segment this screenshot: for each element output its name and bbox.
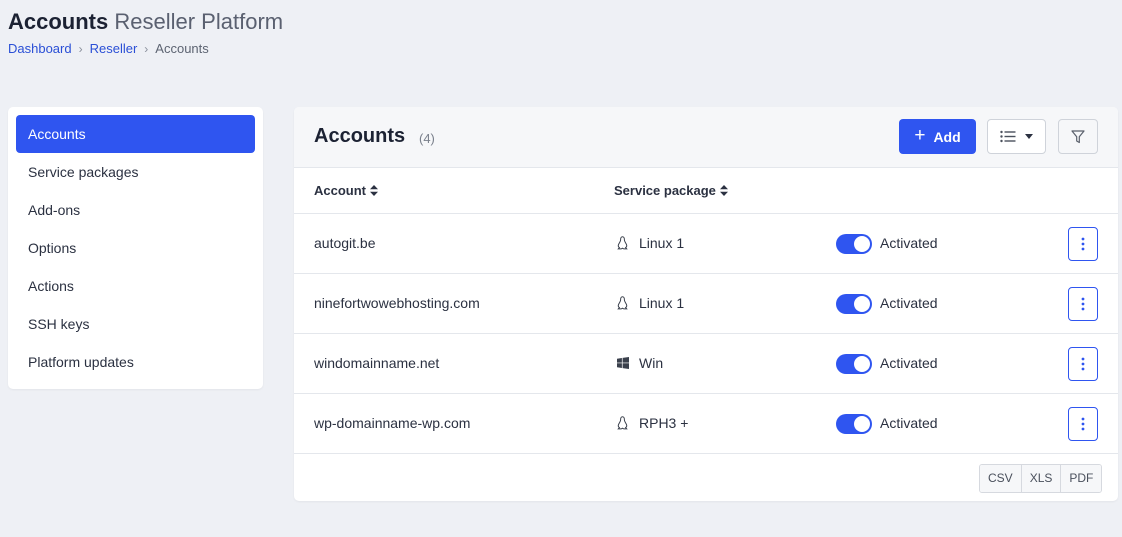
- page-title-primary: Accounts: [8, 9, 109, 34]
- status-toggle[interactable]: [836, 294, 872, 314]
- account-name: ninefortwowebhosting.com: [314, 295, 480, 311]
- table-row: wp-domainname-wp.com RPH3 + Activated: [294, 394, 1118, 454]
- service-package-cell: RPH3 +: [616, 415, 688, 431]
- sidebar-nav: Accounts Service packages Add-ons Option…: [8, 107, 263, 389]
- row-actions-button[interactable]: [1068, 407, 1098, 441]
- row-actions-button[interactable]: [1068, 347, 1098, 381]
- service-package-name: Linux 1: [639, 235, 685, 251]
- breadcrumb-dashboard-link[interactable]: Dashboard: [8, 41, 72, 56]
- filter-icon: [1071, 129, 1085, 143]
- breadcrumb: Dashboard › Reseller › Accounts: [8, 41, 283, 56]
- linux-icon: [616, 236, 629, 251]
- status-toggle[interactable]: [836, 414, 872, 434]
- sidebar-item-platform-updates[interactable]: Platform updates: [16, 343, 255, 381]
- toggle-knob: [854, 416, 870, 432]
- status-toggle[interactable]: [836, 234, 872, 254]
- plus-icon: +: [914, 125, 926, 146]
- list-icon: [1000, 130, 1016, 143]
- kebab-icon: [1081, 357, 1085, 371]
- panel-title: Accounts: [314, 125, 406, 147]
- sidebar-item-options[interactable]: Options: [16, 229, 255, 267]
- row-actions-button[interactable]: [1068, 227, 1098, 261]
- breadcrumb-separator: ›: [144, 41, 149, 56]
- toggle-knob: [854, 296, 870, 312]
- kebab-icon: [1081, 297, 1085, 311]
- export-button-group: CSV XLS PDF: [979, 464, 1103, 493]
- caret-down-icon: [1025, 134, 1033, 139]
- breadcrumb-reseller-link[interactable]: Reseller: [90, 41, 138, 56]
- account-name: wp-domainname-wp.com: [314, 415, 471, 431]
- account-count: (4): [419, 131, 435, 146]
- status-label: Activated: [880, 415, 938, 431]
- sidebar-item-accounts[interactable]: Accounts: [16, 115, 255, 153]
- windows-icon: [616, 356, 629, 371]
- table-row: autogit.be Linux 1 Activated: [294, 214, 1118, 274]
- sort-icon: [719, 185, 728, 196]
- status-label: Activated: [880, 235, 938, 251]
- column-header-account-label: Account: [314, 183, 366, 198]
- account-name: windomainname.net: [314, 355, 440, 371]
- kebab-icon: [1081, 417, 1085, 431]
- kebab-icon: [1081, 237, 1085, 251]
- service-package-name: Win: [639, 355, 664, 371]
- status-label: Activated: [880, 295, 938, 311]
- export-csv-button[interactable]: CSV: [980, 465, 1021, 492]
- sidebar-item-actions[interactable]: Actions: [16, 267, 255, 305]
- toggle-knob: [854, 356, 870, 372]
- breadcrumb-separator: ›: [78, 41, 83, 56]
- service-package-cell: Linux 1: [616, 295, 684, 311]
- linux-icon: [616, 296, 629, 311]
- export-xls-button[interactable]: XLS: [1020, 465, 1061, 492]
- page-title-secondary: Reseller Platform: [114, 9, 284, 34]
- column-header-package-label: Service package: [614, 183, 716, 198]
- page-title: Accounts Reseller Platform: [8, 8, 283, 36]
- service-package-cell: Linux 1: [616, 235, 684, 251]
- column-header-account[interactable]: Account: [314, 183, 378, 198]
- toggle-knob: [854, 236, 870, 252]
- filter-button[interactable]: [1058, 119, 1098, 154]
- table-header: Account Service package: [294, 168, 1118, 214]
- service-package-name: Linux 1: [639, 295, 685, 311]
- view-options-button[interactable]: [987, 119, 1046, 154]
- export-pdf-button[interactable]: PDF: [1060, 465, 1102, 492]
- table-row: windomainname.net Win Activated: [294, 334, 1118, 394]
- linux-icon: [616, 416, 629, 431]
- service-package-name: RPH3 +: [639, 415, 689, 431]
- accounts-panel: Accounts (4) + Add Account Service packa…: [294, 107, 1118, 501]
- status-toggle[interactable]: [836, 354, 872, 374]
- column-header-service-package[interactable]: Service package: [614, 183, 728, 198]
- row-actions-button[interactable]: [1068, 287, 1098, 321]
- panel-header: Accounts (4) + Add: [294, 107, 1118, 168]
- account-name: autogit.be: [314, 235, 376, 251]
- add-button-label: Add: [933, 128, 961, 145]
- sort-icon: [370, 185, 378, 196]
- sidebar-item-ssh-keys[interactable]: SSH keys: [16, 305, 255, 343]
- table-row: ninefortwowebhosting.com Linux 1 Activat…: [294, 274, 1118, 334]
- service-package-cell: Win: [616, 355, 663, 371]
- breadcrumb-current: Accounts: [155, 41, 209, 56]
- status-label: Activated: [880, 355, 938, 371]
- sidebar-item-service-packages[interactable]: Service packages: [16, 153, 255, 191]
- sidebar-item-add-ons[interactable]: Add-ons: [16, 191, 255, 229]
- add-account-button[interactable]: + Add: [899, 119, 976, 154]
- page-header: Accounts Reseller Platform Dashboard › R…: [8, 8, 283, 56]
